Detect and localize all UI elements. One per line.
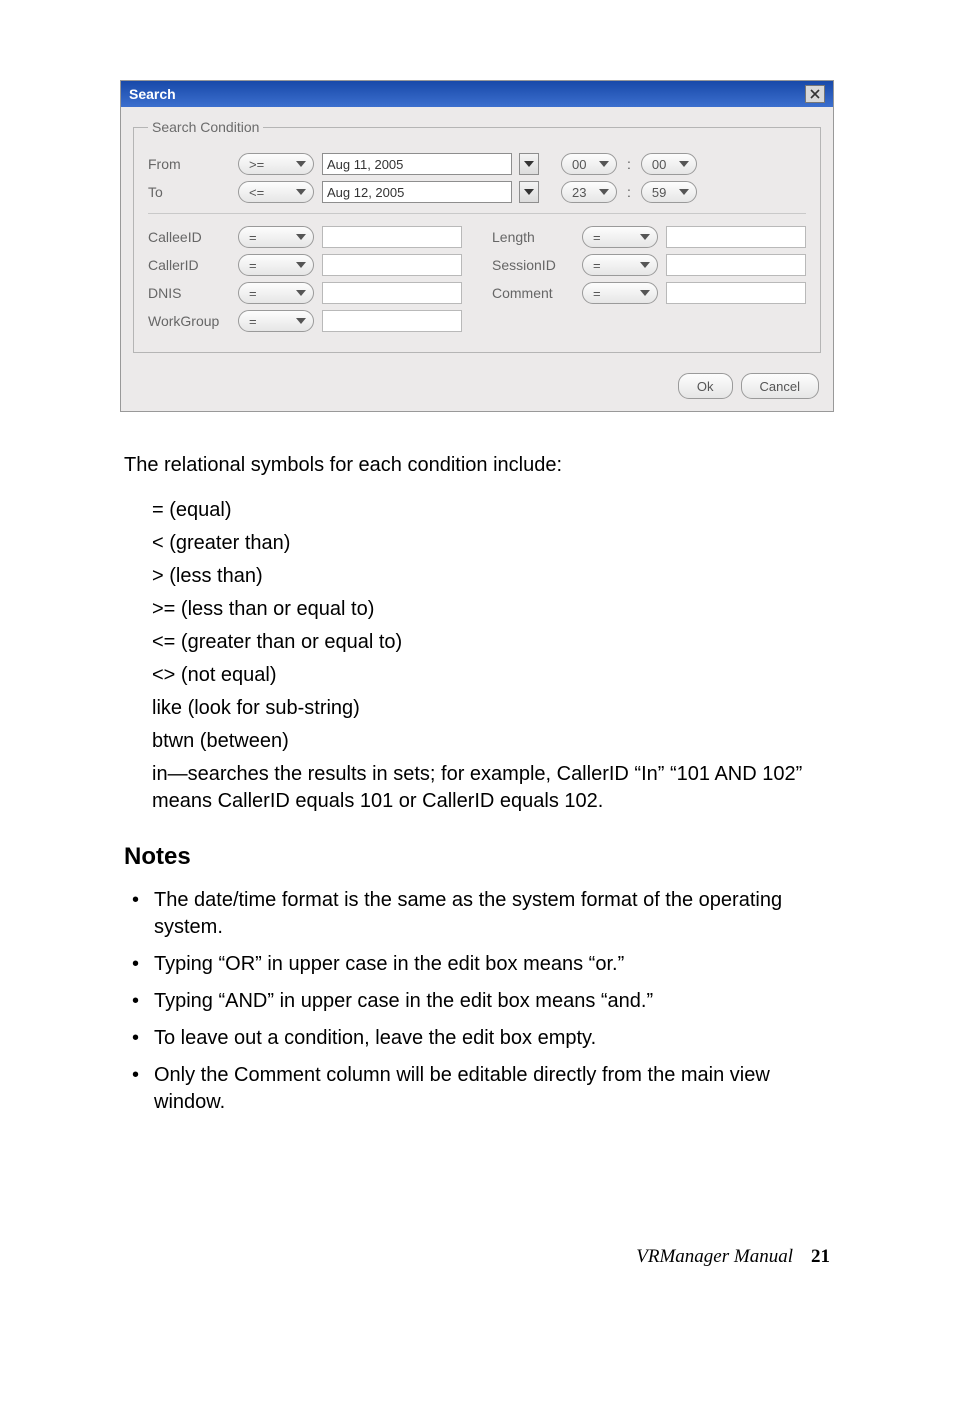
notes-item: Only the Comment column will be editable… <box>124 1062 830 1116</box>
search-dialog: Search Search Condition From >= <box>120 80 834 412</box>
chevron-down-icon <box>676 161 692 167</box>
comment-operator-select[interactable]: = <box>582 282 658 304</box>
divider <box>148 213 806 214</box>
chevron-down-icon <box>637 234 653 240</box>
workgroup-input[interactable] <box>322 310 462 332</box>
from-operator-select[interactable]: >= <box>238 153 314 175</box>
symbol-item: > (less than) <box>152 563 830 590</box>
calleeid-label: CalleeID <box>148 229 230 245</box>
calleeid-operator-select[interactable]: = <box>238 226 314 248</box>
dnis-label: DNIS <box>148 285 230 301</box>
symbol-item: btwn (between) <box>152 728 830 755</box>
symbol-item: = (equal) <box>152 497 830 524</box>
chevron-down-icon <box>637 262 653 268</box>
close-icon[interactable] <box>805 85 825 103</box>
workgroup-operator-select[interactable]: = <box>238 310 314 332</box>
dialog-titlebar: Search <box>121 81 833 107</box>
sessionid-input[interactable] <box>666 254 806 276</box>
to-row: To <= Aug 12, 2005 23 <box>148 181 806 203</box>
dnis-row: DNIS = <box>148 282 462 304</box>
chevron-down-icon <box>293 234 309 240</box>
notes-item: Typing “OR” in upper case in the edit bo… <box>124 951 830 978</box>
chevron-down-icon <box>637 290 653 296</box>
chevron-down-icon <box>293 290 309 296</box>
chevron-down-icon <box>293 161 309 167</box>
calleeid-input[interactable] <box>322 226 462 248</box>
length-row: Length = <box>492 226 806 248</box>
time-colon: : <box>627 184 631 200</box>
callerid-input[interactable] <box>322 254 462 276</box>
callerid-label: CallerID <box>148 257 230 273</box>
notes-item: Typing “AND” in upper case in the edit b… <box>124 988 830 1015</box>
symbol-item: >= (less than or equal to) <box>152 596 830 623</box>
chevron-down-icon <box>596 161 612 167</box>
chevron-down-icon <box>676 189 692 195</box>
body-text: The relational symbols for each conditio… <box>0 452 954 1116</box>
symbol-item: <= (greater than or equal to) <box>152 629 830 656</box>
to-date-input[interactable]: Aug 12, 2005 <box>322 181 512 203</box>
comment-label: Comment <box>492 285 574 301</box>
from-minute-select[interactable]: 00 <box>641 153 697 175</box>
symbol-item: <> (not equal) <box>152 662 830 689</box>
chevron-down-icon <box>293 262 309 268</box>
chevron-down-icon <box>596 189 612 195</box>
search-condition-group: Search Condition From >= Aug 11, 2005 <box>133 119 821 353</box>
notes-item: The date/time format is the same as the … <box>124 887 830 941</box>
callerid-row: CallerID = <box>148 254 462 276</box>
to-label: To <box>148 184 230 200</box>
comment-input[interactable] <box>666 282 806 304</box>
to-minute-select[interactable]: 59 <box>641 181 697 203</box>
chevron-down-icon <box>293 318 309 324</box>
from-date-dropdown[interactable] <box>519 153 539 175</box>
notes-heading: Notes <box>124 841 830 873</box>
page-footer: VRManager Manual 21 <box>0 1126 954 1308</box>
dnis-input[interactable] <box>322 282 462 304</box>
calleeid-row: CalleeID = <box>148 226 462 248</box>
dialog-button-row: Ok Cancel <box>121 365 833 411</box>
search-dialog-screenshot: Search Search Condition From >= <box>120 80 834 412</box>
sessionid-row: SessionID = <box>492 254 806 276</box>
footer-title: VRManager Manual <box>636 1246 793 1268</box>
search-condition-legend: Search Condition <box>148 119 263 135</box>
chevron-down-icon <box>293 189 309 195</box>
footer-page-number: 21 <box>811 1246 830 1268</box>
notes-list: The date/time format is the same as the … <box>124 887 830 1116</box>
ok-button[interactable]: Ok <box>678 373 733 399</box>
dialog-title: Search <box>129 86 176 102</box>
workgroup-label: WorkGroup <box>148 313 230 329</box>
from-date-input[interactable]: Aug 11, 2005 <box>322 153 512 175</box>
comment-row: Comment = <box>492 282 806 304</box>
to-hour-select[interactable]: 23 <box>561 181 617 203</box>
symbol-item: in—searches the results in sets; for exa… <box>152 761 830 815</box>
length-operator-select[interactable]: = <box>582 226 658 248</box>
to-date-dropdown[interactable] <box>519 181 539 203</box>
symbol-item: like (look for sub-string) <box>152 695 830 722</box>
symbol-list: = (equal) < (greater than) > (less than)… <box>124 497 830 815</box>
cancel-button[interactable]: Cancel <box>741 373 819 399</box>
callerid-operator-select[interactable]: = <box>238 254 314 276</box>
length-input[interactable] <box>666 226 806 248</box>
intro-paragraph: The relational symbols for each conditio… <box>124 452 830 479</box>
from-label: From <box>148 156 230 172</box>
dnis-operator-select[interactable]: = <box>238 282 314 304</box>
from-row: From >= Aug 11, 2005 0 <box>148 153 806 175</box>
from-hour-select[interactable]: 00 <box>561 153 617 175</box>
time-colon: : <box>627 156 631 172</box>
sessionid-label: SessionID <box>492 257 574 273</box>
to-operator-select[interactable]: <= <box>238 181 314 203</box>
symbol-item: < (greater than) <box>152 530 830 557</box>
workgroup-row: WorkGroup = <box>148 310 462 332</box>
notes-item: To leave out a condition, leave the edit… <box>124 1025 830 1052</box>
sessionid-operator-select[interactable]: = <box>582 254 658 276</box>
length-label: Length <box>492 229 574 245</box>
